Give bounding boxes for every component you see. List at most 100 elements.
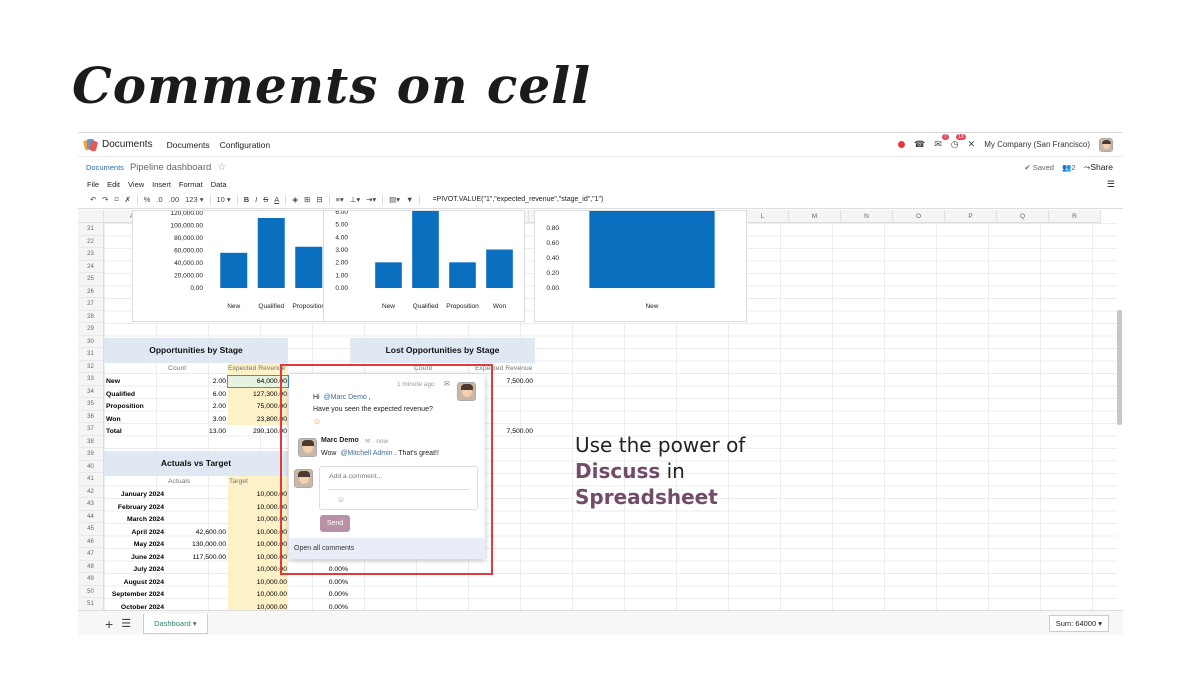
bar-qualified[interactable]: [412, 211, 439, 288]
row-header[interactable]: 41: [78, 473, 103, 486]
row-header[interactable]: 49: [78, 573, 103, 586]
phone-icon[interactable]: ☎: [914, 139, 925, 150]
opp-count-cell[interactable]: 6.00: [168, 389, 226, 402]
wrapping-icon[interactable]: ⇥▾: [366, 195, 376, 204]
opp-revenue-cell[interactable]: 23,800.00: [228, 414, 287, 427]
row-header[interactable]: 27: [78, 298, 103, 311]
sheet-grid[interactable]: ABCDEFGHIJKLMNOPQR 212223242526272829303…: [78, 210, 1123, 610]
italic-icon[interactable]: I: [255, 195, 257, 204]
merge-cells-icon[interactable]: ⊟: [316, 195, 322, 204]
font-size-dropdown[interactable]: 10 ▾: [217, 195, 231, 204]
opp-count-cell[interactable]: 2.00: [168, 401, 226, 414]
row-headers[interactable]: 21 22 23 24 25 26 27 28 29 30 31 32 33 34 35 36 37 38 39 40…: [78, 223, 104, 610]
target-value-cell[interactable]: 10,000.00: [228, 489, 287, 502]
row-header[interactable]: 47: [78, 548, 103, 561]
column-header[interactable]: Q: [997, 210, 1049, 223]
row-header[interactable]: 43: [78, 498, 103, 511]
row-header[interactable]: 40: [78, 461, 103, 473]
actuals-month-cell[interactable]: August 2024: [104, 577, 164, 590]
column-header[interactable]: M: [789, 210, 841, 223]
filter-icon[interactable]: ▼: [406, 195, 413, 204]
row-header[interactable]: 50: [78, 586, 103, 598]
app-name[interactable]: Documents: [102, 139, 153, 150]
row-header[interactable]: 34: [78, 386, 103, 398]
target-value-cell[interactable]: 10,000.00: [228, 514, 287, 527]
actuals-month-cell[interactable]: March 2024: [104, 514, 164, 527]
column-header[interactable]: P: [945, 210, 997, 223]
menu-edit[interactable]: Edit: [107, 180, 120, 189]
side-panel-icon[interactable]: ☰: [1107, 179, 1123, 190]
share-button[interactable]: ⤳Share: [1084, 162, 1114, 173]
bar-new[interactable]: [589, 211, 715, 288]
comment-input[interactable]: Add a comment... ☺: [319, 466, 478, 510]
row-header[interactable]: 31: [78, 348, 103, 361]
actuals-month-cell[interactable]: June 2024: [104, 552, 164, 565]
opp-count-cell[interactable]: 3.00: [168, 414, 226, 427]
row-header[interactable]: 33: [78, 373, 103, 386]
target-value-cell[interactable]: 10,000.00: [228, 589, 287, 602]
vertical-align-icon[interactable]: ⊥▾: [350, 195, 360, 204]
target-value-cell[interactable]: 10,000.00: [228, 552, 287, 565]
documents-app-icon[interactable]: [82, 138, 99, 152]
tools-icon[interactable]: ✕: [968, 139, 976, 150]
activity-clock-icon[interactable]: ◷ 13: [951, 134, 966, 150]
borders-icon[interactable]: ⊞: [304, 195, 310, 204]
row-header[interactable]: 45: [78, 523, 103, 536]
aggregate-selector[interactable]: Sum: 64000 ▾: [1048, 615, 1109, 632]
actuals-month-cell[interactable]: April 2024: [104, 527, 165, 540]
open-all-comments-link[interactable]: Open all comments: [289, 538, 485, 559]
fill-color-icon[interactable]: ◈: [292, 195, 298, 204]
number-format-dropdown[interactable]: 123 ▾: [185, 195, 203, 204]
row-header[interactable]: 25: [78, 273, 103, 286]
row-header[interactable]: 44: [78, 511, 103, 523]
actuals-month-cell[interactable]: January 2024: [104, 489, 164, 502]
user-avatar[interactable]: [1099, 137, 1113, 152]
strikethrough-icon[interactable]: S: [263, 195, 268, 204]
lost-chart[interactable]: 0.80 0.60 0.40 0.20 0.00 New: [534, 210, 747, 322]
row-header[interactable]: 42: [78, 486, 103, 498]
bar-new[interactable]: [220, 252, 248, 288]
bar-proposition[interactable]: [295, 246, 323, 288]
row-header[interactable]: 32: [78, 361, 103, 373]
row-header[interactable]: 37: [78, 423, 103, 436]
menu-insert[interactable]: Insert: [152, 180, 171, 189]
breadcrumb-documents-link[interactable]: Documents: [86, 163, 124, 172]
column-header[interactable]: R: [1049, 210, 1101, 223]
opp-stage-cell[interactable]: Proposition: [106, 401, 144, 414]
row-header[interactable]: 28: [78, 311, 103, 323]
conditional-format-icon[interactable]: ▤▾: [389, 195, 400, 204]
actuals-month-cell[interactable]: February 2024: [104, 502, 164, 515]
decrease-decimal-button[interactable]: .0: [156, 195, 162, 204]
target-value-cell[interactable]: 10,000.00: [228, 502, 287, 515]
paint-format-icon[interactable]: ⌑: [115, 195, 119, 204]
opp-count-cell[interactable]: 13.00: [168, 426, 226, 439]
menu-view[interactable]: View: [128, 180, 144, 189]
menu-format[interactable]: Format: [179, 180, 203, 189]
row-header[interactable]: 36: [78, 411, 103, 423]
increase-decimal-button[interactable]: .00: [169, 195, 179, 204]
text-color-icon[interactable]: A: [274, 195, 279, 204]
envelope-icon[interactable]: ✉: [444, 380, 450, 388]
bar-won[interactable]: [486, 249, 513, 289]
row-header[interactable]: 21: [78, 223, 103, 236]
menu-data[interactable]: Data: [211, 180, 227, 189]
actuals-value-cell[interactable]: 117,500.00: [166, 552, 226, 565]
opp-stage-cell[interactable]: Qualified: [106, 389, 135, 402]
target-value-cell[interactable]: 10,000.00: [228, 602, 287, 611]
row-header[interactable]: 35: [78, 398, 103, 411]
horizontal-align-icon[interactable]: ≡▾: [336, 195, 344, 204]
row-header[interactable]: 30: [78, 336, 103, 348]
row-header[interactable]: 29: [78, 323, 103, 336]
sheet-tab-dashboard[interactable]: Dashboard ▾: [143, 613, 208, 634]
nav-item-documents[interactable]: Documents: [167, 140, 210, 150]
opp-stage-cell[interactable]: New: [106, 376, 120, 389]
opp-revenue-cell[interactable]: 290,100.00: [228, 426, 287, 439]
opp-revenue-cell[interactable]: 64,000.00: [228, 376, 287, 389]
row-header[interactable]: 24: [78, 261, 103, 273]
messages-icon[interactable]: ✉ 7: [934, 134, 949, 150]
opp-revenue-cell[interactable]: 127,300.00: [228, 389, 287, 402]
row-header[interactable]: 48: [78, 561, 103, 573]
sheet-list-icon[interactable]: ☰: [121, 617, 131, 630]
nav-item-configuration[interactable]: Configuration: [220, 140, 271, 150]
achievement-pct-cell[interactable]: 0.00%: [290, 577, 348, 590]
